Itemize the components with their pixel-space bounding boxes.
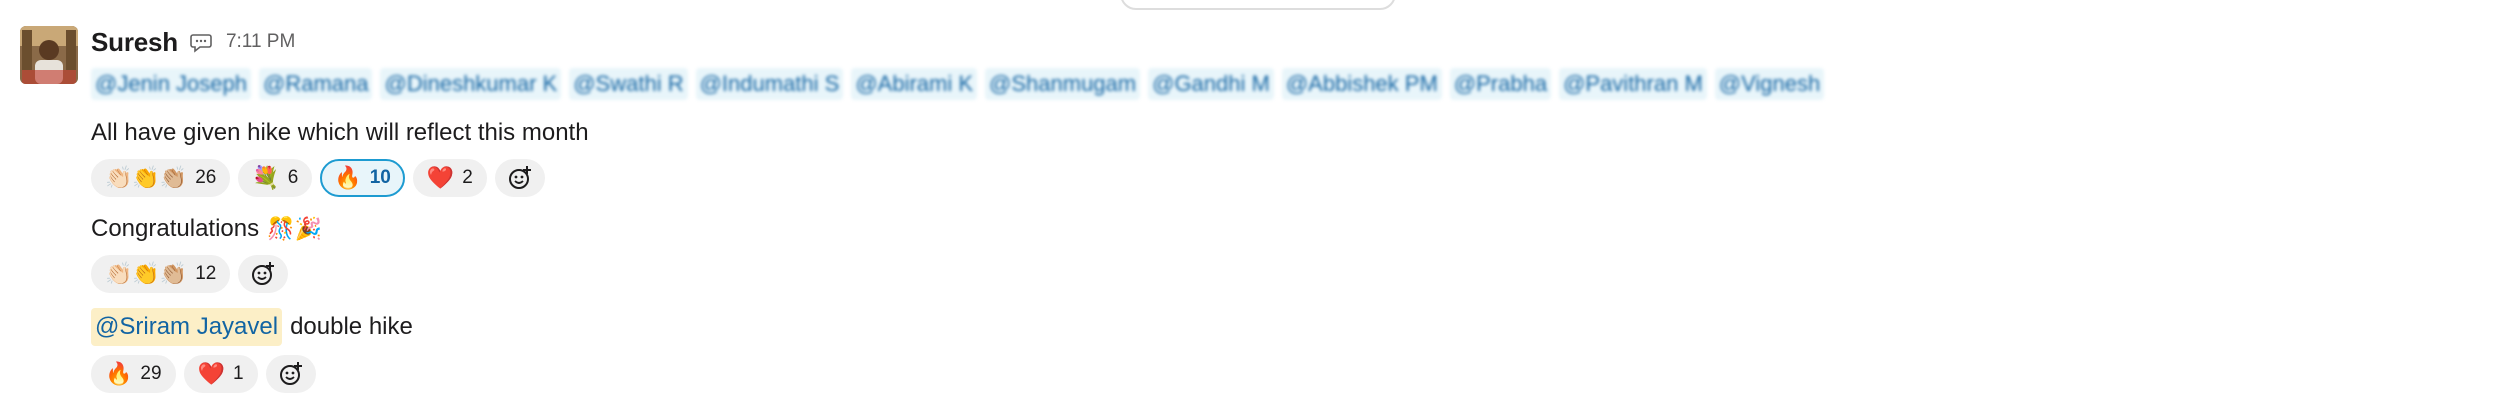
reaction-count: 2 [462, 167, 473, 188]
reaction-fire[interactable]: 🔥 10 [320, 159, 405, 197]
message-header: Suresh 7:11 PM [91, 24, 2471, 60]
heart-icon: ❤️ [426, 165, 455, 190]
message-text: @Sriram Jayavel double hike [91, 308, 2471, 346]
reaction-fire[interactable]: 🔥 29 [91, 355, 176, 393]
user-mention[interactable]: @Swathi R [569, 68, 688, 100]
user-mention[interactable]: @Ramana [258, 68, 373, 100]
user-mention[interactable]: @Abirami K [851, 68, 978, 100]
reaction-count: 12 [195, 263, 217, 284]
reaction-heart[interactable]: ❤️ 1 [183, 355, 258, 393]
add-emoji-icon [252, 262, 275, 285]
reaction-bar: 👏🏻👏👏🏼 26 💐 6 🔥 10 ❤️ 2 [91, 158, 2471, 198]
bouquet-icon: 💐 [252, 165, 280, 190]
user-mention[interactable]: @Shanmugam [985, 68, 1141, 100]
user-mention[interactable]: @Prabha [1449, 68, 1552, 100]
user-mention[interactable]: @Dineshkumar K [380, 68, 562, 100]
speech-bubble-icon [188, 29, 214, 55]
avatar[interactable] [20, 26, 78, 84]
clap-icon: 👏🏻👏👏🏼 [105, 165, 188, 190]
user-mention[interactable]: @Vignesh [1714, 68, 1825, 100]
reaction-bouquet[interactable]: 💐 6 [238, 159, 313, 197]
add-emoji-icon [279, 362, 302, 385]
reaction-count: 26 [195, 167, 217, 188]
timestamp[interactable]: 7:11 PM [226, 31, 295, 53]
user-mention[interactable]: @Gandhi M [1148, 68, 1274, 100]
add-reaction-button[interactable] [265, 355, 316, 393]
mentions-line: @Jenin Joseph @Ramana @Dineshkumar K @Sw… [91, 68, 2471, 100]
confetti-icon: 🎊🎉 [267, 216, 322, 241]
sender-name[interactable]: Suresh [91, 27, 178, 58]
message-content: Suresh 7:11 PM @Jenin Joseph @Ramana @Di… [91, 24, 2471, 394]
fire-icon: 🔥 [105, 361, 133, 386]
reaction-count: 29 [140, 363, 162, 384]
reaction-count: 1 [232, 363, 244, 384]
reaction-count: 6 [287, 167, 299, 188]
reaction-clap[interactable]: 👏🏻👏👏🏼 26 [91, 159, 231, 197]
message-text: All have given hike which will reflect t… [91, 116, 2471, 150]
fire-icon: 🔥 [334, 165, 362, 190]
user-mention[interactable]: @Sriram Jayavel [91, 308, 283, 346]
message-group: Suresh 7:11 PM @Jenin Joseph @Ramana @Di… [0, 0, 2494, 400]
heart-icon: ❤️ [197, 361, 225, 386]
reaction-bar: 🔥 29 ❤️ 1 [91, 354, 2471, 394]
user-mention[interactable]: @Pavithran M [1559, 68, 1707, 100]
reaction-count: 10 [369, 167, 391, 188]
reaction-bar: 👏🏻👏👏🏼 12 [91, 254, 2471, 294]
reaction-heart[interactable]: ❤️ 2 [412, 159, 487, 197]
message-text: Congratulations 🎊🎉 [91, 212, 2471, 246]
user-mention[interactable]: @Indumathi S [695, 68, 844, 100]
add-reaction-button[interactable] [238, 255, 289, 293]
reaction-clap[interactable]: 👏🏻👏👏🏼 12 [91, 255, 231, 293]
add-reaction-button[interactable] [494, 159, 545, 197]
user-photo-icon [20, 26, 78, 84]
message-body: Congratulations [91, 215, 260, 242]
message-body: double hike [290, 313, 413, 340]
clap-icon: 👏🏻👏👏🏼 [105, 261, 188, 286]
message-body: All have given hike which will reflect t… [91, 119, 589, 146]
add-emoji-icon [508, 166, 531, 189]
user-mention[interactable]: @Jenin Joseph [91, 68, 251, 100]
user-mention[interactable]: @Abbishek PM [1281, 68, 1442, 100]
